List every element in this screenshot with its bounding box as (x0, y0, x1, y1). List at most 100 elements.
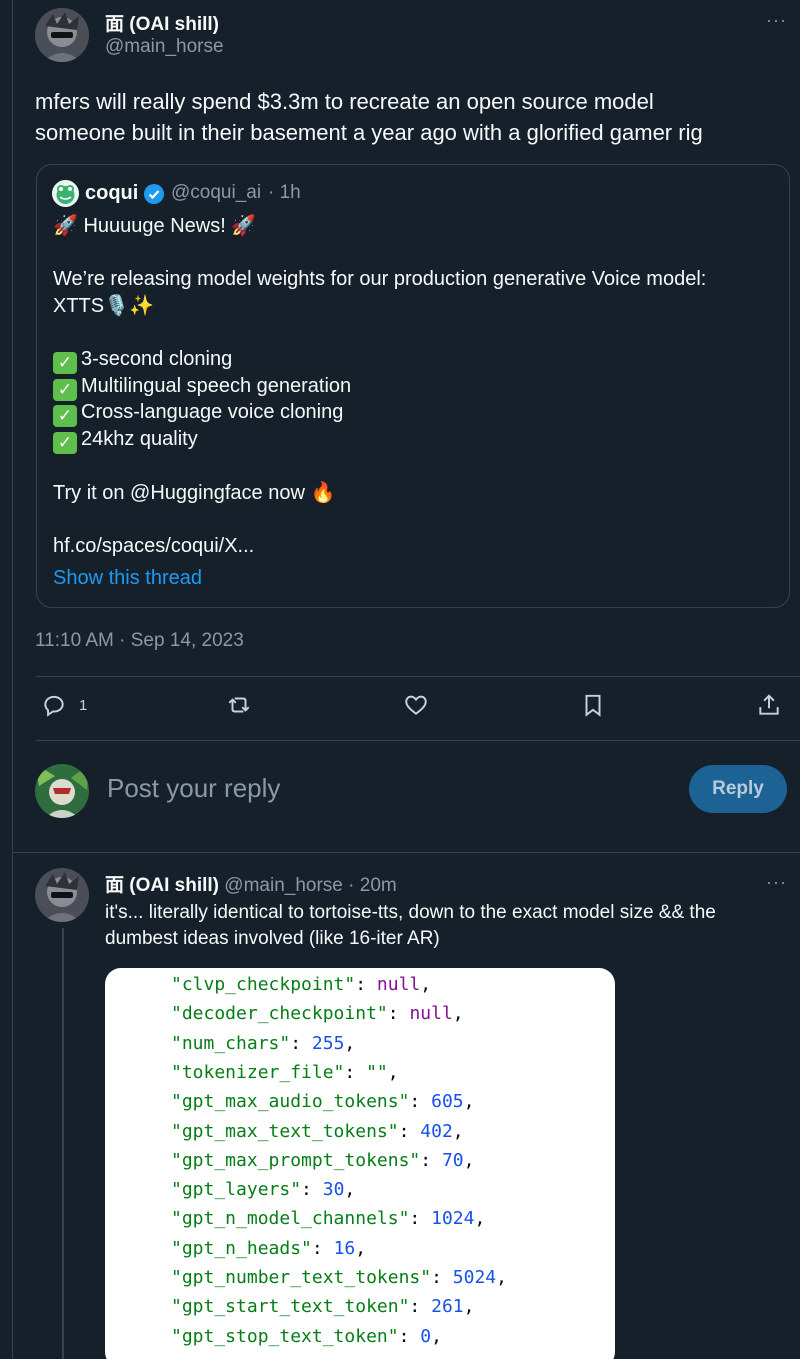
code-line: "gpt_start_text_token": 261, (171, 1295, 474, 1319)
code-comma: , (452, 1003, 464, 1025)
code-key: "gpt_max_audio_tokens" (171, 1091, 410, 1113)
feature-item: ✓ Cross-language voice cloning (53, 399, 343, 427)
code-separator: : (301, 1179, 323, 1201)
quoted-text-line-2-wrap: XTTS🎙️✨ (53, 293, 154, 319)
rocket-icon: 🚀 (231, 215, 257, 237)
code-line: "gpt_n_model_channels": 1024, (171, 1207, 485, 1231)
quoted-link[interactable]: hf.co/spaces/coqui/X... (53, 533, 254, 559)
reply-header: 面 (OAI shill) @main_horse · 20m (105, 870, 397, 897)
code-line: "gpt_n_heads": 16, (171, 1237, 366, 1261)
quoted-headline-line: 🚀 Huuuuge News! 🚀 (53, 213, 256, 239)
feature-label: 3-second cloning (81, 348, 233, 370)
reply-handle[interactable]: @main_horse (224, 875, 343, 896)
code-line: "tokenizer_file": "", (171, 1061, 399, 1085)
try-line-wrap: Try it on @Huggingface now 🔥 (53, 480, 335, 506)
show-thread-link[interactable]: Show this thread (53, 565, 202, 591)
code-line: "clvp_checkpoint": null, (171, 973, 431, 997)
code-value: null (409, 1003, 453, 1025)
rocket-icon: 🚀 (53, 215, 78, 237)
reply-time[interactable]: · 20m (348, 875, 397, 896)
code-key: "gpt_n_heads" (171, 1237, 312, 1259)
code-separator: : (398, 1325, 421, 1347)
author-handle[interactable]: @main_horse (105, 36, 224, 58)
code-value: 16 (333, 1237, 356, 1259)
retweet-button[interactable] (226, 692, 252, 718)
code-separator: : (409, 1208, 432, 1230)
code-separator: : (420, 1149, 442, 1171)
avatar-image (35, 8, 89, 62)
retweet-icon (228, 697, 250, 713)
reply-icon (44, 695, 64, 717)
code-comma: , (452, 1120, 464, 1142)
reply-author-avatar[interactable] (35, 868, 89, 922)
code-comma: , (463, 1149, 475, 1171)
reply-count: 1 (79, 696, 88, 714)
code-value: 5024 (452, 1267, 497, 1288)
sparkles-icon: ✨ (129, 295, 154, 317)
code-key: "gpt_max_text_tokens" (171, 1120, 399, 1142)
reply-display-name[interactable]: 面 (OAI shill) (105, 875, 219, 896)
more-options-icon[interactable]: ··· (766, 872, 787, 893)
code-separator: : (344, 1061, 367, 1083)
bookmark-button[interactable] (580, 692, 606, 718)
author-display-name[interactable]: 面 (OAI shill) (105, 9, 219, 36)
code-comma: , (463, 1296, 475, 1318)
like-icon (405, 695, 427, 715)
reply-button[interactable]: 1 (41, 692, 87, 718)
code-line: "gpt_max_prompt_tokens": 70, (171, 1149, 474, 1173)
code-key: "clvp_checkpoint" (171, 974, 356, 995)
code-value: 70 (441, 1149, 464, 1171)
fire-icon: 🔥 (310, 482, 336, 504)
attached-code-image[interactable]: "clvp_checkpoint": null, "decoder_checkpo… (105, 968, 615, 1359)
quoted-author-avatar (52, 180, 79, 207)
feature-label: Multilingual speech generation (81, 375, 352, 397)
code-value: 261 (431, 1296, 464, 1318)
verified-badge-icon (143, 183, 165, 205)
checkmark-icon: ✓ (53, 379, 77, 401)
share-icon (759, 694, 779, 715)
code-separator: : (387, 1003, 410, 1025)
more-options-icon[interactable]: ··· (766, 10, 787, 31)
tweet-text-line-1: mfers will really spend $3.3m to recreat… (35, 89, 654, 114)
divider (36, 676, 800, 677)
feature-item: ✓ Multilingual speech generation (53, 373, 351, 401)
checkmark-icon: ✓ (53, 405, 77, 427)
code-separator: : (409, 1296, 432, 1318)
divider (13, 852, 800, 853)
reply-text-line-1: it's... literally identical to tortoise-… (105, 902, 716, 923)
code-comma: , (463, 1091, 475, 1113)
quoted-tweet-card[interactable]: coqui @coqui_ai · 1h 🚀 Huuuuge News! 🚀 W… (36, 164, 790, 608)
reply-input[interactable]: Post your reply (107, 773, 667, 807)
quoted-headline: Huuuuge News! (83, 215, 226, 237)
code-line: "gpt_max_text_tokens": 402, (171, 1120, 464, 1144)
like-button[interactable] (403, 692, 429, 718)
code-value: 30 (322, 1179, 345, 1201)
avatar-image (35, 868, 89, 922)
code-line: "num_chars": 255, (171, 1032, 355, 1056)
code-value: 402 (420, 1120, 453, 1142)
share-button[interactable] (756, 692, 782, 718)
code-line: "gpt_stop_text_token": 0, (171, 1325, 442, 1349)
timeline-column: 面 (OAI shill) @main_horse ··· mfers will… (12, 0, 800, 1359)
code-line: "gpt_number_text_tokens": 5024, (171, 1266, 507, 1290)
code-value: "" (366, 1061, 388, 1083)
author-avatar[interactable] (35, 8, 89, 62)
code-separator: : (311, 1237, 334, 1259)
checkmark-icon: ✓ (53, 352, 77, 374)
code-key: "gpt_stop_text_token" (171, 1325, 399, 1347)
quoted-time: · 1h (268, 182, 301, 203)
tweet-timestamp[interactable]: 11:10 AM · Sep 14, 2023 (35, 630, 244, 652)
code-value: 605 (431, 1091, 464, 1113)
feature-label: Cross-language voice cloning (81, 401, 344, 423)
reply-text-line-2: dumbest ideas involved (like 16-iter AR) (105, 928, 440, 949)
code-comma: , (474, 1208, 486, 1230)
frog-logo-icon (52, 180, 79, 207)
feature-item: ✓ 24khz quality (53, 426, 198, 454)
reply-submit-button[interactable]: Reply (689, 765, 787, 813)
code-separator: : (290, 1032, 312, 1054)
code-line: "gpt_max_audio_tokens": 605, (171, 1090, 474, 1114)
code-comma: , (387, 1061, 399, 1083)
code-separator: : (431, 1267, 453, 1288)
current-user-avatar[interactable] (35, 764, 89, 818)
code-key: "gpt_max_prompt_tokens" (171, 1149, 421, 1171)
